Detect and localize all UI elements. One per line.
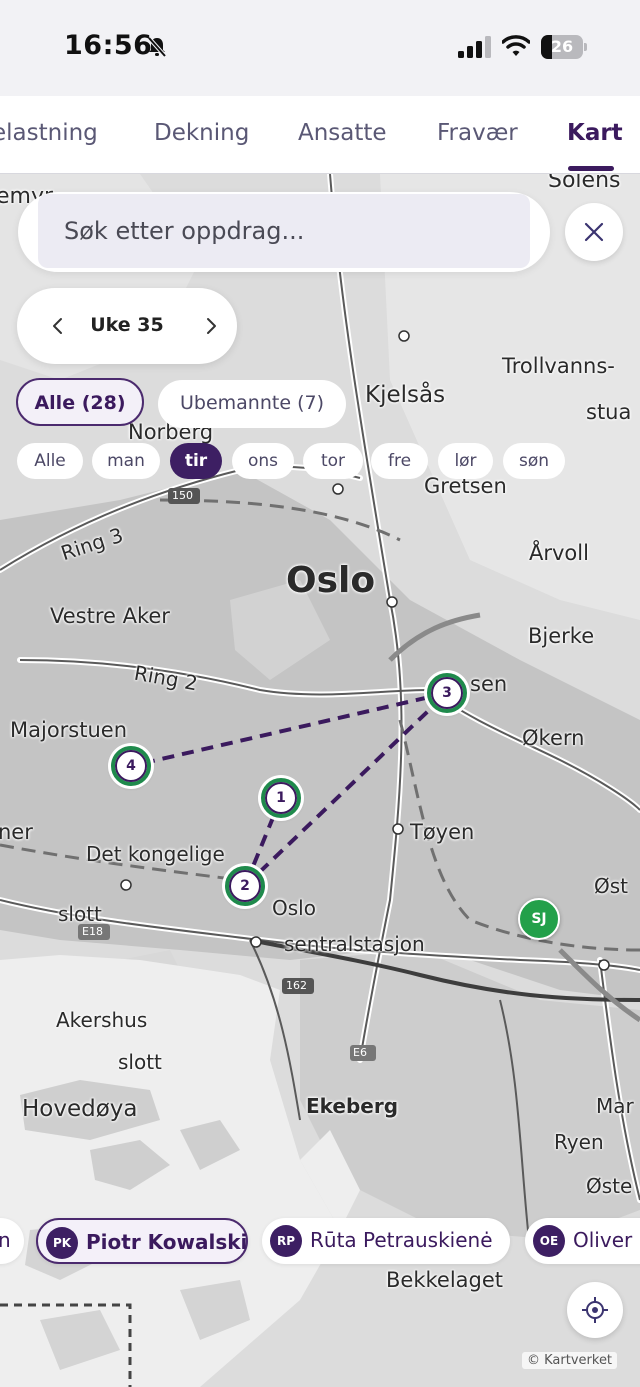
filter-unstaffed[interactable]: Ubemannte (7) [158, 380, 346, 428]
tab-dekning[interactable]: Dekning [154, 120, 249, 146]
map-label-arvoll: Årvoll [529, 541, 589, 565]
day-man[interactable]: man [92, 443, 160, 479]
avatar: OE [533, 1225, 565, 1257]
crosshair-icon [582, 1297, 608, 1323]
day-tir[interactable]: tir [170, 443, 222, 479]
day-fre[interactable]: fre [371, 443, 428, 479]
status-time: 16:56 [64, 30, 153, 61]
map-label-ner: ner [0, 820, 33, 844]
map-label-oste: Øste [586, 1174, 633, 1198]
road-shield-e6: E6 [353, 1046, 367, 1059]
map-label-toyen: Tøyen [410, 820, 475, 844]
tab-kart[interactable]: Kart [567, 120, 623, 146]
map-label-kjelsas: Kjelsås [365, 382, 446, 408]
employee-chip-piotr-kowalski[interactable]: PK Piotr Kowalski [36, 1218, 248, 1264]
locate-button[interactable] [567, 1282, 623, 1338]
map-label-bekkelaget: Bekkelaget [386, 1268, 504, 1292]
employee-location-marker[interactable]: SJ [518, 898, 560, 940]
employee-chip-ruta-petrauskiene[interactable]: RP Rūta Petrauskienė [262, 1218, 510, 1264]
day-son[interactable]: søn [503, 443, 565, 479]
day-alle[interactable]: Alle [17, 443, 83, 479]
map-label-mar: Mar [596, 1094, 634, 1118]
map-label-trollvanns: Trollvanns- [502, 354, 615, 378]
week-selector: Uke 35 [17, 288, 237, 364]
route-marker-3[interactable]: 3 [427, 673, 467, 713]
map-label-ryen: Ryen [554, 1130, 604, 1154]
tab-belastning[interactable]: elastning [0, 120, 98, 146]
signal-icon [458, 36, 491, 58]
map-label-okern: Økern [522, 726, 585, 750]
map-label-bjerke: Bjerke [528, 624, 595, 648]
day-ons[interactable]: ons [232, 443, 294, 479]
chevron-right-icon[interactable] [203, 316, 219, 336]
wifi-icon [502, 35, 530, 56]
close-button[interactable] [565, 203, 623, 261]
map-attribution: © Kartverket [522, 1352, 618, 1369]
map-label-majorstuen: Majorstuen [10, 718, 128, 742]
close-icon [584, 222, 604, 242]
map-label-akershus: Akershus [56, 1008, 148, 1032]
map-label-solens: Solens [548, 174, 621, 193]
map-label-slott-top: slott [58, 902, 102, 926]
road-shield-162: 162 [286, 979, 307, 992]
route-marker-4[interactable]: 4 [111, 746, 151, 786]
map-label-hovedoya: Hovedøya [22, 1096, 138, 1122]
map-label-slott-bottom: slott [118, 1050, 162, 1074]
road-shield-150: 150 [172, 489, 193, 502]
bell-slash-icon [147, 36, 167, 58]
road-shield-e18: E18 [82, 925, 103, 938]
battery-level: 26 [550, 37, 574, 56]
route-marker-2[interactable]: 2 [225, 866, 265, 906]
employee-name: Rūta Petrauskienė [310, 1228, 493, 1252]
map-label-oslo: Oslo [286, 560, 376, 601]
map-label-oslo-s: Oslo [272, 896, 316, 920]
map-label-ekeberg: Ekeberg [306, 1094, 399, 1118]
active-tab-indicator [568, 166, 614, 171]
tab-ansatte[interactable]: Ansatte [298, 120, 387, 146]
status-bar: 16:56 26 [0, 0, 640, 96]
map-label-ost: Øst [594, 874, 629, 898]
day-lor[interactable]: lør [438, 443, 493, 479]
avatar: RP [270, 1225, 302, 1257]
map-label-det-kongelige: Det kongelige [86, 842, 225, 866]
map-label-sentralstasjon: sentralstasjon [284, 932, 425, 956]
search-bar [18, 192, 550, 272]
battery-icon: 26 [541, 35, 587, 59]
search-input[interactable] [38, 194, 530, 268]
map-label-vestre-aker: Vestre Aker [50, 604, 170, 628]
tab-fravaer[interactable]: Fravær [437, 120, 518, 146]
avatar: PK [46, 1227, 78, 1259]
filter-all[interactable]: Alle (28) [16, 378, 144, 426]
day-tor[interactable]: tor [303, 443, 363, 479]
employee-name: Oliver [573, 1228, 633, 1252]
route-marker-1[interactable]: 1 [261, 778, 301, 818]
employee-name: Piotr Kowalski [86, 1230, 248, 1254]
map-label-sen: sen [470, 672, 508, 696]
tab-bar: elastning Dekning Ansatte Fravær Kart [0, 96, 640, 174]
map-label-stua: stua [586, 400, 632, 424]
employee-chip-oliver[interactable]: OE Oliver [525, 1218, 640, 1264]
